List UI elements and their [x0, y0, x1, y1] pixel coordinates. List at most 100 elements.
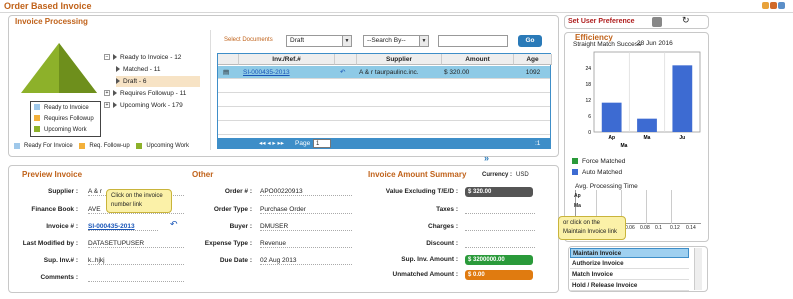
last-modified-label: Last Modified by : [22, 240, 78, 247]
match-invoice-link[interactable]: Match Invoice [570, 270, 689, 280]
chart-x-label: Ma [621, 143, 628, 149]
value-excluding-badge: $ 320.00 [465, 187, 533, 197]
finance-book-label: Finance Book : [31, 206, 78, 213]
currency-label: Currency : [481, 172, 512, 178]
chart-date: 28 Jun 2016 [637, 40, 673, 47]
scrollbar[interactable] [694, 248, 702, 290]
taxes-value [465, 206, 535, 214]
processing-time-title: Avg. Processing Time [575, 183, 638, 190]
chart-subtitle: Straight Match Success [573, 41, 642, 48]
supplier-label: Supplier : [48, 188, 78, 195]
grid-header-ref[interactable]: Inv./Ref.# [239, 54, 335, 65]
currency-value: USD [516, 172, 529, 178]
go-button[interactable]: Go [518, 35, 542, 47]
hold-release-invoice-link[interactable]: Hold / Release Invoice [570, 281, 689, 291]
pager-nav-icons[interactable]: ◂◂ ◂ ▸ ▸▸ [259, 138, 284, 149]
chart-y-tick: 0 [588, 130, 591, 136]
pyramid-shade [59, 43, 97, 93]
due-date-value: 02 Aug 2013 [260, 257, 352, 265]
unmatched-amount-badge: $ 0.00 [465, 270, 533, 280]
charges-value [465, 223, 535, 231]
order-type-value: Purchase Order [260, 206, 352, 214]
preferences-icon[interactable] [652, 17, 662, 27]
value-excluding-label: Value Excluding T/E/D : [385, 188, 458, 195]
order-type-label: Order Type : [213, 206, 252, 213]
chart-bar [637, 118, 657, 132]
collapse-icon[interactable]: − [104, 54, 110, 61]
unmatched-amount-label: Unmatched Amount : [392, 271, 458, 278]
invoice-number-link[interactable]: SI-000435-2013 [88, 223, 158, 231]
page-label: Page [295, 140, 311, 147]
authorize-invoice-link[interactable]: Authorize Invoice [570, 259, 689, 269]
other-title: Other [192, 170, 214, 179]
chevron-down-icon: ▼ [342, 36, 351, 46]
grid-header-supplier[interactable]: Supplier [357, 54, 442, 65]
window-title: Order Based Invoice [4, 1, 92, 11]
processing-tick: 0.12 [670, 225, 680, 231]
comments-label: Comments : [40, 274, 78, 281]
settings-icon[interactable] [770, 2, 777, 9]
grid-line [646, 190, 647, 224]
arrow-icon [113, 90, 117, 97]
expand-icon[interactable]: + [104, 90, 110, 97]
divider [210, 30, 211, 150]
discount-value [465, 240, 535, 248]
invoice-processing-title: Invoice Processing [15, 17, 88, 26]
invoice-ref-link[interactable]: SI-000435-2013 [243, 66, 333, 79]
empty-row [218, 80, 550, 93]
processing-tick: 0.1 [655, 225, 662, 231]
comments-value [88, 274, 184, 282]
collapse-panel-icon[interactable]: » [484, 153, 489, 163]
chevron-down-icon: ▼ [419, 36, 428, 46]
amount-summary-title: Invoice Amount Summary [368, 170, 467, 179]
set-user-preference-link[interactable]: Set User Preference [568, 18, 635, 25]
grid-header-age[interactable]: Age [514, 54, 552, 65]
return-icon[interactable]: ↶ [170, 219, 178, 230]
table-row[interactable]: ▤ SI-000435-2013 ↶ A & r taurpaulinc.inc… [218, 66, 550, 79]
pager-bar: ◂◂ ◂ ▸ ▸▸ Page 1 :1 [217, 138, 551, 149]
tree-item-upcoming[interactable]: + Upcoming Work - 179 [104, 100, 183, 111]
doc-type-select[interactable]: Draft ▼ [286, 35, 352, 47]
expand-icon[interactable]: + [104, 102, 110, 109]
tree-item-matched[interactable]: Matched - 11 [116, 64, 160, 75]
pyramid-legend: Ready to Invoice Requires Followup Upcom… [30, 101, 101, 137]
grid-line [671, 190, 672, 224]
chart-y-tick: 6 [588, 114, 591, 120]
maintain-invoice-callout: or click on the Maintain Invoice link [558, 216, 626, 240]
match-success-chart: 0 6 12 18 24 Ap Ma Ju Ma [585, 51, 701, 149]
return-icon[interactable]: ↶ [340, 66, 354, 79]
page-select[interactable]: 1 [313, 139, 331, 148]
legend-ready: Ready to Invoice [34, 103, 89, 113]
search-by-select[interactable]: --Search By-- ▼ [363, 35, 429, 47]
chart-bar [601, 102, 622, 132]
help-icon[interactable] [762, 2, 769, 9]
search-input[interactable] [438, 35, 508, 47]
tree-item-draft[interactable]: Draft - 6 [116, 76, 200, 87]
grid-header-amount[interactable]: Amount [442, 54, 514, 65]
processing-row-label: Ma [574, 203, 581, 209]
export-icon[interactable] [778, 2, 785, 9]
title-bar: Order Based Invoice [0, 0, 793, 13]
invoice-link-callout: Click on the invoice number link [106, 189, 172, 213]
grid-header-icon [218, 54, 239, 65]
empty-row [218, 94, 550, 107]
arrow-icon [113, 54, 117, 61]
processing-tick: 0.08 [640, 225, 650, 231]
chart-y-tick: 18 [585, 82, 591, 88]
arrow-icon [116, 78, 120, 85]
tree-item-followup[interactable]: + Requires Followup - 11 [104, 88, 186, 99]
age-cell: 1092 [525, 69, 541, 76]
sup-inv-value: k..hjkj [88, 257, 184, 265]
supplier-cell: A & r taurpaulinc.inc. [359, 69, 419, 76]
invoice-number-label: Invoice # : [46, 223, 78, 230]
legend-auto-matched: Auto Matched [572, 167, 625, 178]
chart-y-tick: 24 [585, 66, 591, 72]
documents-grid: Inv./Ref.# Supplier Amount Age ▤ SI-0004… [217, 53, 552, 148]
grid-header-blank [335, 54, 357, 65]
tree-item-ready[interactable]: − Ready to Invoice - 12 [104, 52, 181, 63]
maintain-invoice-link[interactable]: Maintain Invoice [570, 248, 689, 258]
refresh-icon[interactable]: ↻ [682, 15, 690, 26]
efficiency-legend: Force Matched Auto Matched [572, 156, 625, 178]
status-tree: − Ready to Invoice - 12 Matched - 11 Draf… [104, 52, 202, 140]
processing-tick: 0.14 [686, 225, 696, 231]
